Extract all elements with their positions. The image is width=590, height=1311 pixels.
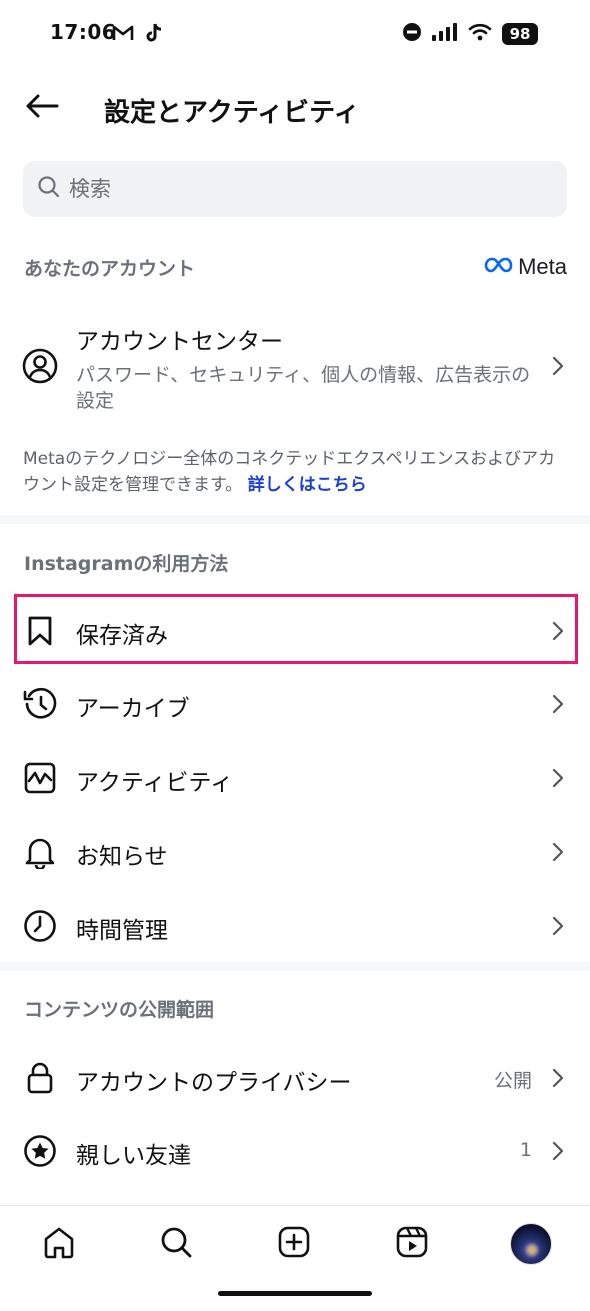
menu-item-activity[interactable]: アクティビティ xyxy=(0,744,590,812)
menu-item-label: アーカイブ xyxy=(76,696,190,722)
account-center-title: アカウントセンター xyxy=(76,329,283,355)
arrow-left-icon xyxy=(25,94,59,122)
activity-icon xyxy=(22,760,58,796)
battery-indicator: 98 xyxy=(502,23,538,45)
chevron-right-icon xyxy=(552,356,564,380)
menu-item-label: アカウントのプライバシー xyxy=(76,1070,352,1096)
do-not-disturb-icon xyxy=(402,22,422,46)
archive-icon xyxy=(22,686,58,722)
star-icon xyxy=(22,1133,58,1169)
chevron-right-icon xyxy=(552,1068,564,1092)
menu-item-label: アクティビティ xyxy=(76,770,234,796)
status-right-icons: 98 xyxy=(402,22,538,46)
status-bar: 17:06 98 xyxy=(0,0,590,68)
nav-home-button[interactable] xyxy=(37,1222,81,1266)
meta-logo-text: Meta xyxy=(518,254,567,279)
nav-create-button[interactable] xyxy=(272,1222,316,1266)
search-bar[interactable] xyxy=(23,161,567,217)
section-title-your-account: あなたのアカウント xyxy=(24,258,196,280)
lock-icon xyxy=(22,1060,58,1096)
privacy-value: 公開 xyxy=(493,1070,532,1092)
chevron-right-icon xyxy=(552,842,564,866)
profile-avatar xyxy=(510,1223,552,1265)
home-icon xyxy=(42,1225,76,1263)
search-icon xyxy=(159,1225,193,1263)
search-input[interactable] xyxy=(69,177,539,201)
section-title-how-you-use: Instagramの利用方法 xyxy=(24,553,229,575)
home-indicator xyxy=(218,1291,372,1296)
bell-icon xyxy=(22,834,58,870)
menu-item-close-friends[interactable]: 親しい友達 1 xyxy=(0,1117,590,1185)
highlight-box xyxy=(14,594,578,664)
status-time: 17:06 xyxy=(50,20,117,44)
status-left-icons xyxy=(112,22,164,48)
menu-item-label: お知らせ xyxy=(76,844,168,870)
reels-icon xyxy=(395,1225,429,1263)
gmail-icon xyxy=(112,24,134,46)
clock-icon xyxy=(22,908,58,944)
menu-item-label: 親しい友達 xyxy=(76,1143,191,1169)
bottom-navigation xyxy=(0,1205,590,1281)
account-center-subtitle: パスワード、セキュリティ、個人の情報、広告表示の設定 xyxy=(76,364,531,412)
page-title: 設定とアクティビティ xyxy=(104,98,360,128)
nav-search-button[interactable] xyxy=(154,1222,198,1266)
chevron-right-icon xyxy=(552,916,564,940)
meta-note: Metaのテクノロジー全体のコネクテッドエクスペリエンスおよびアカウント設定を管… xyxy=(23,446,568,498)
tiktok-icon xyxy=(144,22,164,48)
signal-icon xyxy=(432,23,458,45)
header: 設定とアクティビティ xyxy=(0,70,590,146)
meta-logo: Meta xyxy=(484,254,567,280)
nav-profile-button[interactable] xyxy=(509,1222,553,1266)
chevron-right-icon xyxy=(552,1141,564,1165)
menu-item-label: 時間管理 xyxy=(76,918,168,944)
back-button[interactable] xyxy=(22,88,62,128)
wifi-icon xyxy=(468,23,492,45)
create-icon xyxy=(277,1225,311,1263)
search-icon xyxy=(37,175,61,203)
meta-infinity-icon xyxy=(484,254,514,280)
user-circle-icon xyxy=(22,348,58,388)
menu-item-archive[interactable]: アーカイブ xyxy=(0,670,590,738)
section-title-content-visibility: コンテンツの公開範囲 xyxy=(24,999,215,1021)
section-divider xyxy=(0,962,590,971)
nav-reels-button[interactable] xyxy=(390,1222,434,1266)
menu-item-account-privacy[interactable]: アカウントのプライバシー 公開 xyxy=(0,1044,590,1112)
account-center-row[interactable]: アカウントセンター パスワード、セキュリティ、個人の情報、広告表示の設定 xyxy=(0,318,590,418)
menu-item-time-management[interactable]: 時間管理 xyxy=(0,892,590,960)
section-divider xyxy=(0,515,590,524)
chevron-right-icon xyxy=(552,768,564,792)
menu-item-notifications[interactable]: お知らせ xyxy=(0,818,590,886)
learn-more-link[interactable]: 詳しくはこちら xyxy=(248,475,367,495)
close-friends-count: 1 xyxy=(519,1139,532,1161)
chevron-right-icon xyxy=(552,694,564,718)
